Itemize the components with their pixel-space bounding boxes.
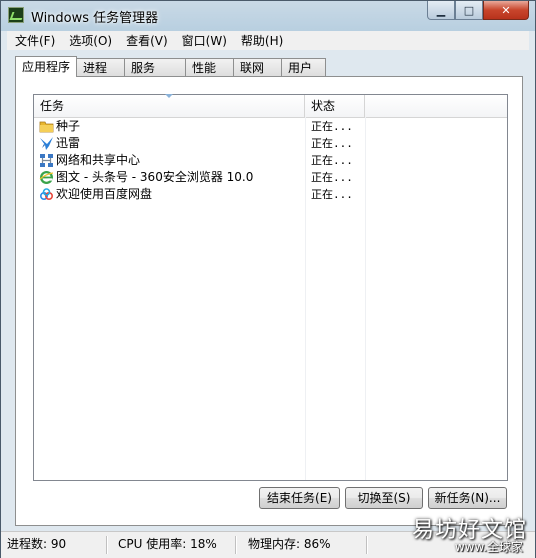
baidu-cloud-icon	[39, 188, 54, 201]
minimize-button[interactable]: ▁	[427, 1, 455, 20]
task-status: 正在...	[311, 154, 353, 167]
column-header-status[interactable]: 状态	[305, 95, 365, 117]
minimize-icon: ▁	[436, 3, 446, 17]
thunder-bird-icon	[40, 137, 53, 150]
tab-performance[interactable]: 性能	[185, 58, 234, 77]
column-header-task[interactable]: 任务	[34, 95, 305, 117]
title-bar[interactable]: Windows 任务管理器 ▁ □ ✕	[1, 1, 535, 31]
task-status: 正在...	[311, 120, 353, 133]
close-button[interactable]: ✕	[483, 1, 529, 20]
new-task-button[interactable]: 新任务(N)...	[428, 487, 507, 509]
window-title: Windows 任务管理器	[31, 11, 159, 26]
folder-icon	[39, 121, 54, 133]
menu-window[interactable]: 窗口(W)	[175, 32, 234, 49]
tab-strip: 应用程序 进程 服务 性能 联网 用户	[15, 56, 326, 77]
window-controls: ▁ □ ✕	[427, 1, 529, 21]
task-manager-icon	[8, 7, 24, 23]
task-row[interactable]: 网络和共享中心 正在...	[34, 152, 507, 169]
task-list[interactable]: 任务 状态 种子 正在... 迅雷 正在... 网络和共享中心 正在... 图文…	[33, 94, 508, 481]
task-name: 网络和共享中心	[56, 153, 141, 167]
tab-processes[interactable]: 进程	[76, 58, 125, 77]
browser-e-icon	[39, 171, 54, 184]
status-divider	[366, 536, 367, 554]
network-icon	[40, 154, 53, 167]
menu-view[interactable]: 查看(V)	[119, 32, 175, 49]
task-row[interactable]: 迅雷 正在...	[34, 135, 507, 152]
maximize-icon: □	[463, 3, 475, 17]
task-status: 正在...	[311, 137, 353, 150]
task-row[interactable]: 欢迎使用百度网盘 正在...	[34, 186, 507, 203]
end-task-button[interactable]: 结束任务(E)	[259, 487, 340, 509]
task-name: 迅雷	[56, 136, 81, 150]
task-name: 欢迎使用百度网盘	[56, 187, 153, 201]
task-manager-window: Windows 任务管理器 ▁ □ ✕ 文件(F) 选项(O) 查看(V) 窗口…	[0, 0, 536, 558]
menu-help[interactable]: 帮助(H)	[234, 32, 290, 49]
maximize-button[interactable]: □	[455, 1, 483, 20]
close-icon: ✕	[501, 3, 511, 17]
tab-networking[interactable]: 联网	[233, 58, 282, 77]
watermark-subtext: www.全球家	[454, 540, 523, 554]
menu-options[interactable]: 选项(O)	[62, 32, 119, 49]
tab-applications[interactable]: 应用程序	[15, 56, 77, 77]
tab-services[interactable]: 服务	[124, 58, 186, 77]
menu-bar: 文件(F) 选项(O) 查看(V) 窗口(W) 帮助(H)	[7, 31, 529, 50]
cpu-usage: CPU 使用率: 18%	[118, 537, 217, 551]
task-name: 种子	[56, 119, 81, 133]
memory-usage: 物理内存: 86%	[248, 537, 331, 551]
list-header: 任务 状态	[34, 94, 507, 118]
task-name: 图文 - 头条号 - 360安全浏览器 10.0	[56, 170, 254, 184]
switch-to-button[interactable]: 切换至(S)	[345, 487, 423, 509]
menu-file[interactable]: 文件(F)	[7, 32, 62, 49]
process-count: 进程数: 90	[7, 537, 67, 551]
status-divider	[235, 536, 236, 554]
task-row[interactable]: 图文 - 头条号 - 360安全浏览器 10.0 正在...	[34, 169, 507, 186]
tab-users[interactable]: 用户	[281, 58, 326, 77]
task-status: 正在...	[311, 171, 353, 184]
status-divider	[106, 536, 107, 554]
task-row[interactable]: 种子 正在...	[34, 118, 507, 135]
task-status: 正在...	[311, 188, 353, 201]
